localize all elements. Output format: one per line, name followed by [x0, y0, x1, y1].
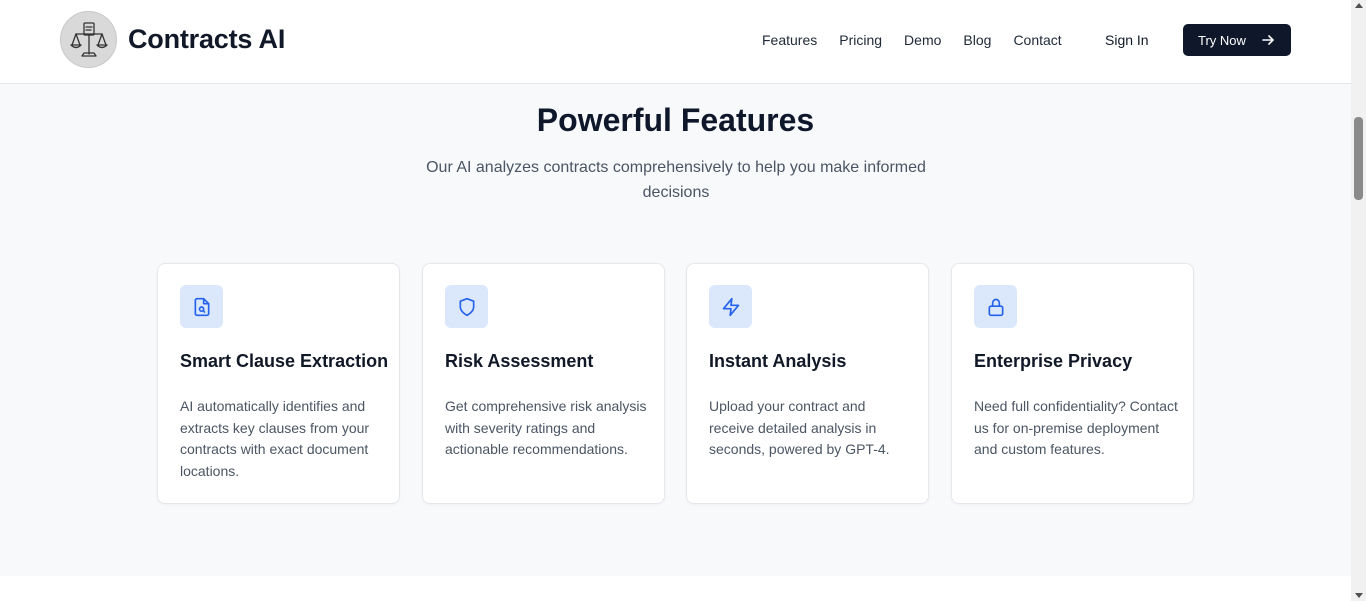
lightning-icon — [709, 285, 752, 328]
feature-description: Need full confidentiality? Contact us fo… — [974, 398, 1178, 457]
try-now-button[interactable]: Try Now — [1183, 24, 1291, 56]
feature-title: Enterprise Privacy — [974, 351, 1133, 371]
sign-in-link[interactable]: Sign In — [1105, 31, 1149, 49]
vertical-scrollbar[interactable] — [1351, 0, 1366, 601]
feature-title: Instant Analysis — [709, 351, 847, 371]
nav-link-blog[interactable]: Blog — [963, 31, 991, 49]
next-section-edge — [0, 576, 1351, 601]
feature-title: Smart Clause Extraction — [180, 351, 389, 371]
site-header: Contracts AI Features Pricing Demo Blog … — [0, 0, 1351, 84]
page: Contracts AI Features Pricing Demo Blog … — [0, 0, 1351, 601]
shield-icon — [445, 285, 488, 328]
nav-link-features[interactable]: Features — [762, 31, 817, 49]
section-title: Powerful Features — [536, 102, 815, 138]
feature-card-smart-clause-extraction: Smart Clause Extraction AI automatically… — [157, 263, 400, 504]
scroll-up-arrow-icon[interactable] — [1355, 3, 1363, 8]
feature-title: Risk Assessment — [445, 351, 594, 371]
feature-card-risk-assessment: Risk Assessment Get comprehensive risk a… — [422, 263, 665, 504]
scroll-down-arrow-icon[interactable] — [1355, 593, 1363, 598]
brand-name: Contracts AI — [128, 24, 286, 54]
nav-link-contact[interactable]: Contact — [1013, 31, 1061, 49]
feature-card-enterprise-privacy: Enterprise Privacy Need full confidentia… — [951, 263, 1194, 504]
lock-icon — [974, 285, 1017, 328]
feature-description: AI automatically identifies and extracts… — [180, 398, 370, 479]
nav-link-demo[interactable]: Demo — [904, 31, 941, 49]
arrow-right-icon — [1261, 33, 1275, 50]
document-search-icon — [180, 285, 223, 328]
scrollbar-thumb[interactable] — [1354, 117, 1363, 200]
scales-of-justice-logo-icon — [60, 11, 117, 68]
brand-home-link[interactable]: Contracts AI — [60, 11, 285, 68]
try-now-label: Try Now — [1198, 32, 1246, 48]
nav-link-pricing[interactable]: Pricing — [839, 31, 882, 49]
feature-description: Upload your contract and receive detaile… — [709, 398, 890, 457]
feature-description: Get comprehensive risk analysis with sev… — [445, 398, 647, 457]
main-nav: Features Pricing Demo Blog Contact — [762, 31, 1084, 49]
feature-card-instant-analysis: Instant Analysis Upload your contract an… — [686, 263, 929, 504]
section-subtitle: Our AI analyzes contracts comprehensivel… — [426, 159, 926, 201]
